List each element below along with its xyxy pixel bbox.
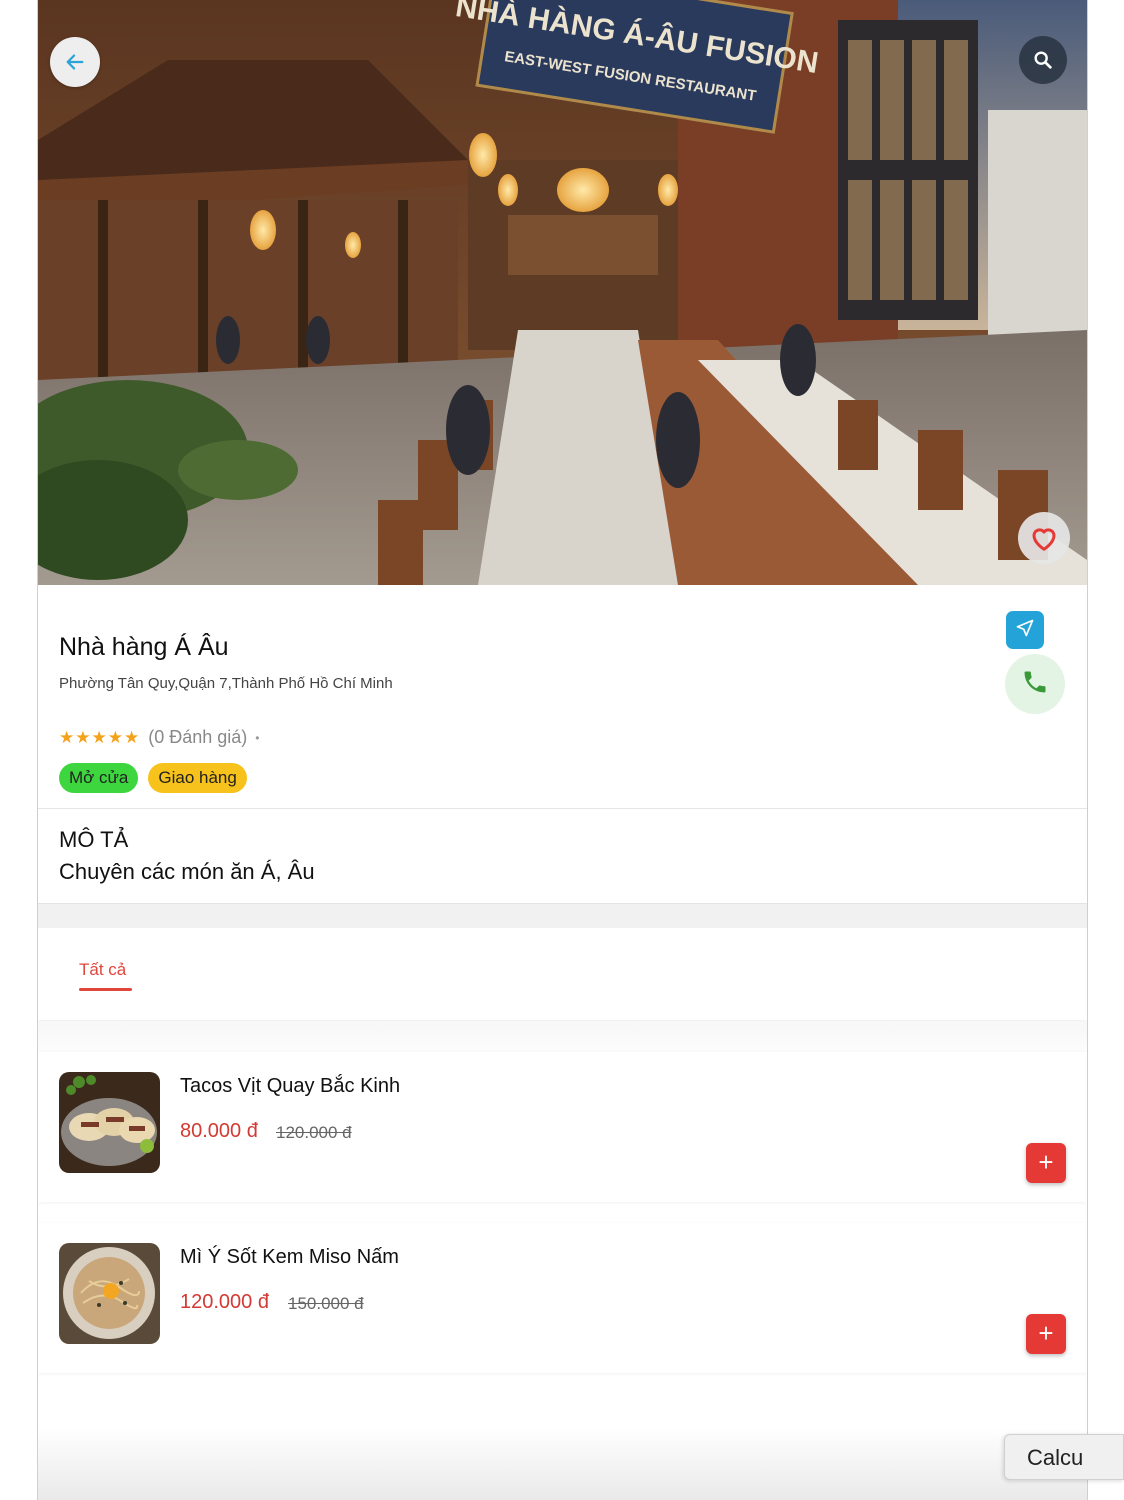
arrow-left-icon [64, 51, 86, 73]
category-tabs: Tất cả [38, 928, 1087, 1020]
add-to-cart-button[interactable]: + [1026, 1143, 1066, 1183]
search-icon [1032, 49, 1054, 71]
search-button[interactable] [1019, 36, 1067, 84]
restaurant-name: Nhà hàng Á Âu [59, 633, 229, 661]
menu-item[interactable]: Tacos Vịt Quay Bắc Kinh 80.000 đ 120.000… [38, 1052, 1087, 1202]
phone-icon [1021, 668, 1049, 701]
menu-item-old-price: 120.000 đ [276, 1123, 352, 1142]
menu-item-image [59, 1243, 160, 1344]
rating-stars: ★★★★★ [59, 727, 141, 747]
open-status-badge: Mở cửa [59, 763, 139, 793]
navigation-arrow-icon [1015, 618, 1035, 643]
add-to-cart-button[interactable]: + [1026, 1314, 1066, 1354]
heart-icon [1029, 524, 1059, 552]
menu-item-old-price: 150.000 đ [288, 1294, 364, 1313]
active-tab-indicator [79, 988, 132, 991]
menu-item-name: Tacos Vịt Quay Bắc Kinh [180, 1075, 401, 1097]
delivery-badge: Giao hàng [148, 763, 247, 793]
navigate-button[interactable] [1006, 611, 1044, 649]
call-button[interactable] [1005, 654, 1065, 714]
rating-separator: • [255, 730, 260, 745]
menu-item-name: Mì Ý Sốt Kem Miso Nấm [180, 1246, 399, 1268]
restaurant-address: Phường Tân Quy,Quận 7,Thành Phố Hồ Chí M… [59, 675, 393, 692]
restaurant-info: Nhà hàng Á Âu Phường Tân Quy,Quận 7,Thàn… [38, 585, 1087, 808]
description-heading: MÔ TẢ [59, 827, 129, 852]
favorite-button[interactable] [1018, 512, 1070, 564]
rating-count[interactable]: (0 Đánh giá) [148, 727, 247, 748]
menu-item[interactable]: Mì Ý Sốt Kem Miso Nấm 120.000 đ 150.000 … [38, 1223, 1087, 1373]
tab-all[interactable]: Tất cả [79, 960, 126, 980]
menu-item-price: 80.000 đ [180, 1120, 258, 1142]
section-divider [38, 903, 1087, 929]
restaurant-detail-screen: NHÀ HÀNG Á-ÂU FUSION EAST-WEST FUSION RE… [37, 0, 1088, 1500]
calculator-floating-button[interactable]: Calcu [1004, 1434, 1124, 1480]
rating-row: ★★★★★ (0 Đánh giá) • [59, 727, 259, 748]
menu-item-price: 120.000 đ [180, 1291, 269, 1313]
description-text: Chuyên các món ăn Á, Âu [59, 859, 315, 884]
restaurant-photo: NHÀ HÀNG Á-ÂU FUSION EAST-WEST FUSION RE… [38, 0, 1087, 585]
hero-image: NHÀ HÀNG Á-ÂU FUSION EAST-WEST FUSION RE… [38, 0, 1087, 585]
description-section: MÔ TẢ Chuyên các món ăn Á, Âu [38, 808, 1087, 904]
back-button[interactable] [50, 37, 100, 87]
menu-item-image [59, 1072, 160, 1173]
status-badges: Mở cửa Giao hàng [59, 763, 247, 793]
